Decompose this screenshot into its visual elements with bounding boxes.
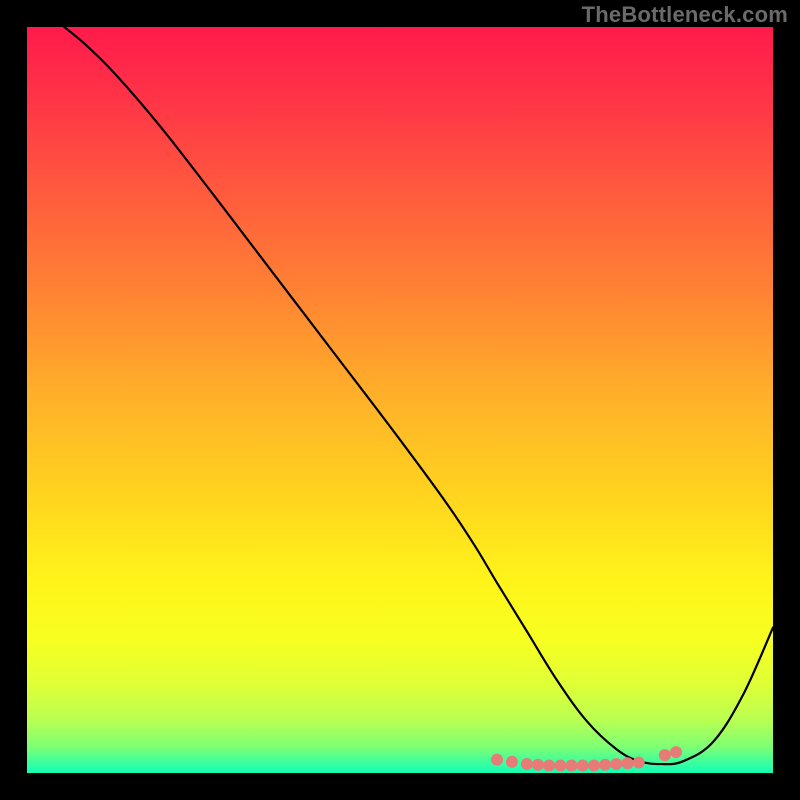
chart-container — [27, 27, 773, 773]
curve-marker — [491, 754, 503, 766]
curve-marker — [554, 760, 566, 772]
bottleneck-chart — [27, 27, 773, 773]
curve-marker — [670, 746, 682, 758]
curve-marker — [543, 760, 555, 772]
curve-marker — [588, 760, 600, 772]
curve-marker — [506, 756, 518, 768]
curve-marker — [566, 760, 578, 772]
gradient-background — [27, 27, 773, 773]
curve-marker — [633, 757, 645, 769]
curve-marker — [610, 758, 622, 770]
watermark-text: TheBottleneck.com — [582, 2, 788, 28]
curve-marker — [659, 749, 671, 761]
curve-marker — [521, 758, 533, 770]
curve-marker — [577, 760, 589, 772]
curve-marker — [599, 759, 611, 771]
curve-marker — [622, 757, 634, 769]
curve-marker — [532, 759, 544, 771]
